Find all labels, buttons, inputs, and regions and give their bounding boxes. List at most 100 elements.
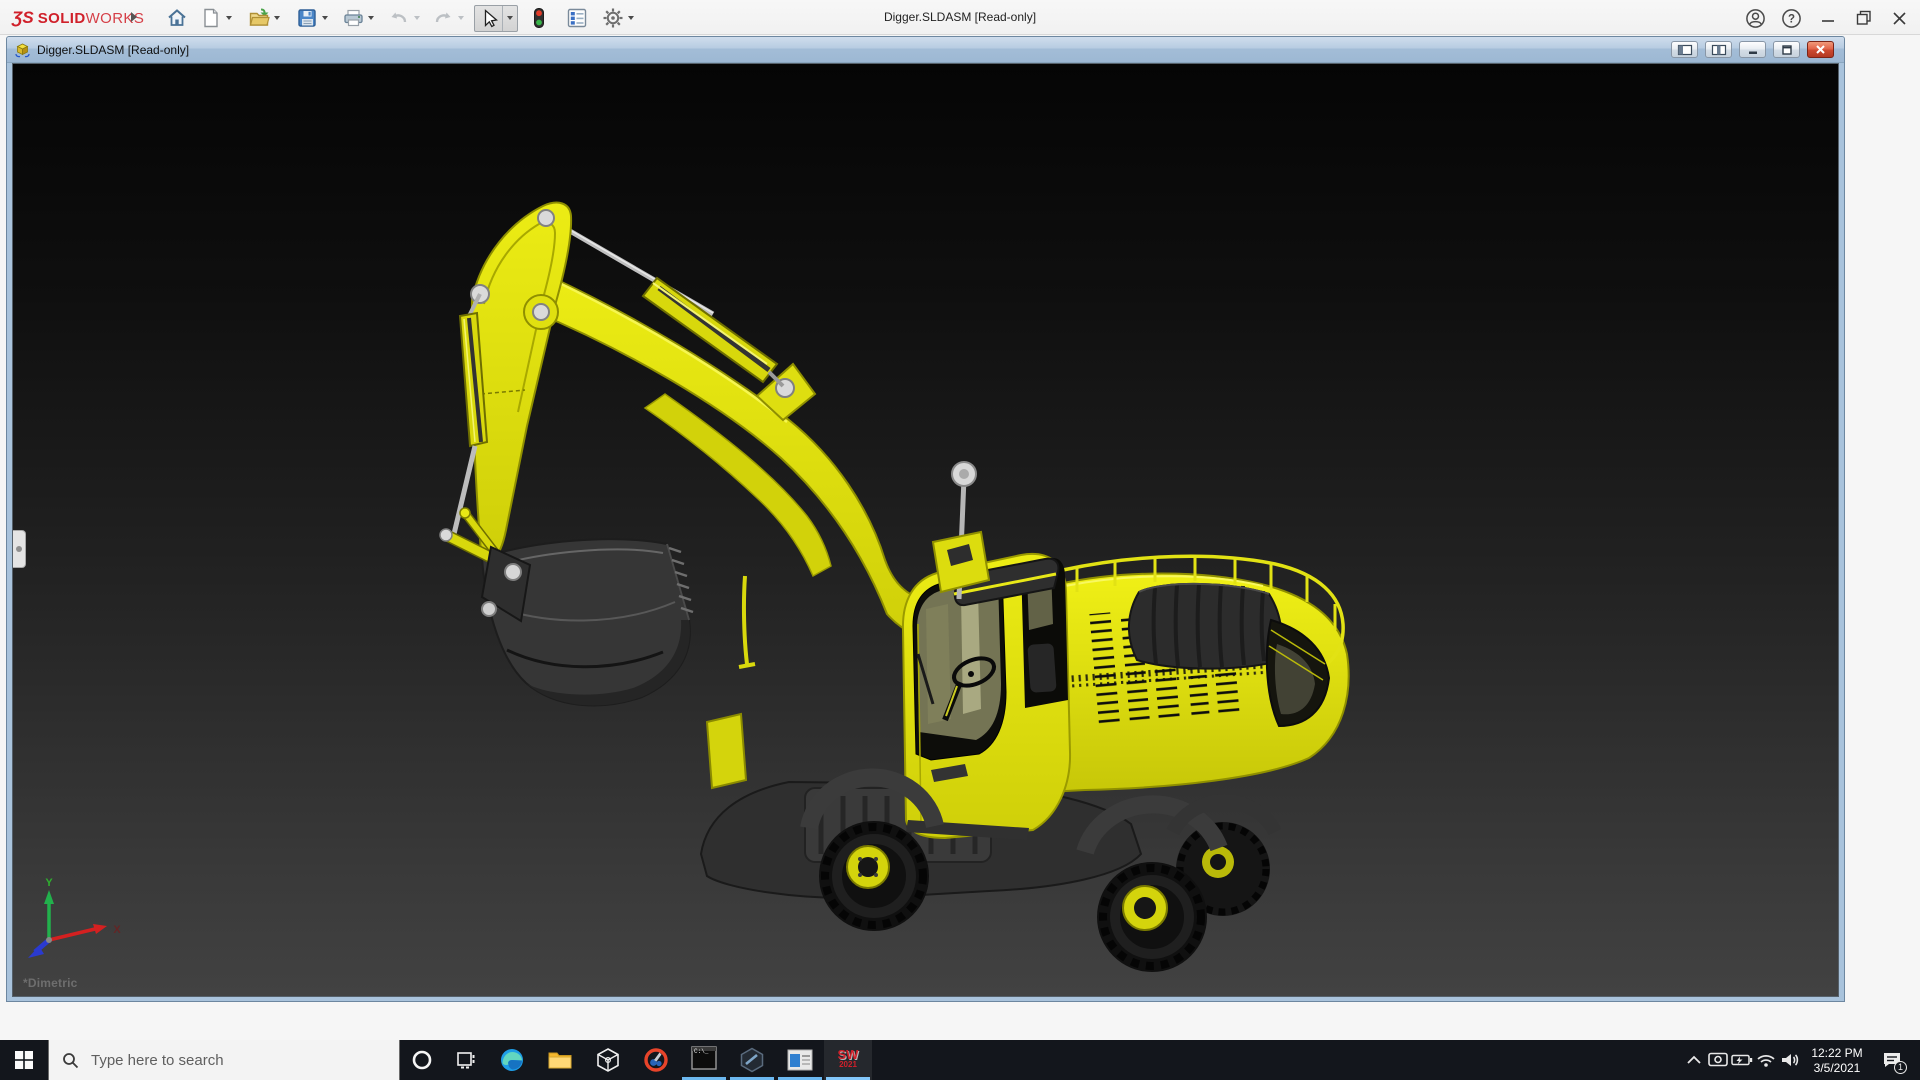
open-folder-icon xyxy=(248,7,271,29)
display-pane-button[interactable] xyxy=(564,5,590,31)
app-titlebar: ƷSSOLIDWORKS xyxy=(0,0,1920,35)
select-tool-button[interactable] xyxy=(475,6,503,31)
document-window: Digger.SLDASM [Read-only] xyxy=(6,36,1845,1002)
document-title: Digger.SLDASM [Read-only] xyxy=(37,43,189,57)
window-title: Digger.SLDASM [Read-only] xyxy=(884,10,1036,24)
pane-left-icon xyxy=(1677,44,1693,56)
dipper-arm[interactable] xyxy=(471,203,571,559)
new-document-button[interactable] xyxy=(198,5,224,31)
hex-utility-icon xyxy=(739,1047,765,1073)
select-tool-dropdown[interactable] xyxy=(503,6,517,31)
graphics-viewport[interactable]: Y X *Dimetric xyxy=(12,63,1839,997)
engine-cover[interactable] xyxy=(1129,584,1281,669)
tray-battery-button[interactable] xyxy=(1730,1040,1754,1080)
help-button[interactable]: ? xyxy=(1781,7,1802,29)
cortana-icon xyxy=(411,1049,433,1071)
orientation-triad: Y X xyxy=(27,876,137,976)
close-button[interactable] xyxy=(1889,7,1910,29)
task-view-icon xyxy=(456,1050,476,1070)
minimize-button[interactable] xyxy=(1817,7,1838,29)
system-window-icon xyxy=(787,1049,813,1071)
start-button[interactable] xyxy=(0,1040,48,1080)
boom-mount-bracket[interactable] xyxy=(933,532,989,592)
tray-chevron-button[interactable] xyxy=(1682,1040,1706,1080)
command-prompt-label: C:\_ xyxy=(694,1048,708,1055)
notification-count-badge: 1 xyxy=(1894,1061,1907,1074)
print-icon xyxy=(342,7,365,29)
select-cursor-icon xyxy=(479,8,499,28)
pane-split-icon xyxy=(1711,44,1727,56)
select-tool-group xyxy=(474,5,518,32)
volume-icon xyxy=(1780,1051,1800,1069)
document-titlebar[interactable]: Digger.SLDASM [Read-only] xyxy=(7,37,1844,63)
feature-manager-collapse-tab[interactable] xyxy=(13,530,26,568)
account-icon xyxy=(1745,8,1766,29)
help-icon: ? xyxy=(1781,8,1802,29)
tray-meet-now-button[interactable] xyxy=(1706,1040,1730,1080)
open-dropdown[interactable] xyxy=(272,5,282,31)
new-document-dropdown[interactable] xyxy=(224,5,234,31)
taskbar-app-3d-viewer[interactable] xyxy=(584,1040,632,1080)
solidworks-logo: ƷSSOLIDWORKS xyxy=(12,8,144,28)
redo-button[interactable] xyxy=(430,5,456,31)
tray-volume-button[interactable] xyxy=(1778,1040,1802,1080)
rebuild-button[interactable] xyxy=(526,5,552,31)
rebuild-stoplight-icon xyxy=(532,7,546,29)
taskbar-clock[interactable]: 12:22 PM 3/5/2021 xyxy=(1802,1045,1872,1076)
print-button[interactable] xyxy=(340,5,366,31)
taskbar-app-visualize[interactable] xyxy=(632,1040,680,1080)
taskbar-app-hex-utility[interactable] xyxy=(728,1040,776,1080)
solidworks-2021-icon: SW 2021 xyxy=(838,1050,859,1070)
window-controls: ? xyxy=(1745,5,1910,31)
options-dropdown[interactable] xyxy=(626,5,636,31)
wifi-icon xyxy=(1756,1052,1776,1068)
tray-network-button[interactable] xyxy=(1754,1040,1778,1080)
doc-pane-split-button[interactable] xyxy=(1705,41,1732,58)
action-center-button[interactable]: 1 xyxy=(1872,1040,1912,1080)
taskbar-app-file-explorer[interactable] xyxy=(536,1040,584,1080)
print-dropdown[interactable] xyxy=(366,5,376,31)
search-input[interactable] xyxy=(91,1052,351,1069)
assembly-document-icon xyxy=(14,41,31,58)
save-dropdown[interactable] xyxy=(320,5,330,31)
excavator-model[interactable] xyxy=(13,64,1839,997)
open-button[interactable] xyxy=(246,5,272,31)
task-view-button[interactable] xyxy=(444,1040,488,1080)
taskbar-app-system-window[interactable] xyxy=(776,1040,824,1080)
doc-close-button[interactable] xyxy=(1807,41,1834,58)
home-button[interactable] xyxy=(164,5,190,31)
doc-pane-left-button[interactable] xyxy=(1671,41,1698,58)
svg-text:?: ? xyxy=(1788,13,1795,25)
taskbar-app-solidworks[interactable]: SW 2021 xyxy=(824,1040,872,1080)
cortana-button[interactable] xyxy=(400,1040,444,1080)
options-button[interactable] xyxy=(600,5,626,31)
clock-time: 12:22 PM xyxy=(1802,1046,1872,1061)
undo-button[interactable] xyxy=(386,5,412,31)
battery-charging-icon xyxy=(1731,1052,1753,1068)
save-button[interactable] xyxy=(294,5,320,31)
front-counterweight[interactable] xyxy=(707,714,746,788)
save-icon xyxy=(296,7,318,29)
redo-dropdown[interactable] xyxy=(456,5,466,31)
restore-button[interactable] xyxy=(1853,7,1874,29)
chevron-up-icon xyxy=(1686,1054,1702,1066)
close-icon xyxy=(1892,11,1907,26)
front-wheel[interactable] xyxy=(819,821,929,931)
rear-wheel[interactable] xyxy=(1097,862,1207,972)
triad-x-label: X xyxy=(113,924,121,936)
quick-access-toolbar xyxy=(164,5,636,31)
menu-expand-arrow-icon[interactable] xyxy=(131,12,137,22)
view-orientation-label: *Dimetric xyxy=(23,976,78,990)
undo-dropdown[interactable] xyxy=(412,5,422,31)
account-button[interactable] xyxy=(1745,7,1766,29)
doc-close-icon xyxy=(1814,44,1827,55)
doc-restore-icon xyxy=(1780,44,1794,56)
clock-date: 3/5/2021 xyxy=(1802,1061,1872,1076)
taskbar-app-command-prompt[interactable]: C:\_ xyxy=(680,1040,728,1080)
display-pane-icon xyxy=(566,7,588,29)
doc-restore-button[interactable] xyxy=(1773,41,1800,58)
doc-minimize-button[interactable] xyxy=(1739,41,1766,58)
windows-taskbar: C:\_ SW 2021 xyxy=(0,1040,1920,1080)
taskbar-app-edge[interactable] xyxy=(488,1040,536,1080)
taskbar-search[interactable] xyxy=(48,1040,400,1080)
